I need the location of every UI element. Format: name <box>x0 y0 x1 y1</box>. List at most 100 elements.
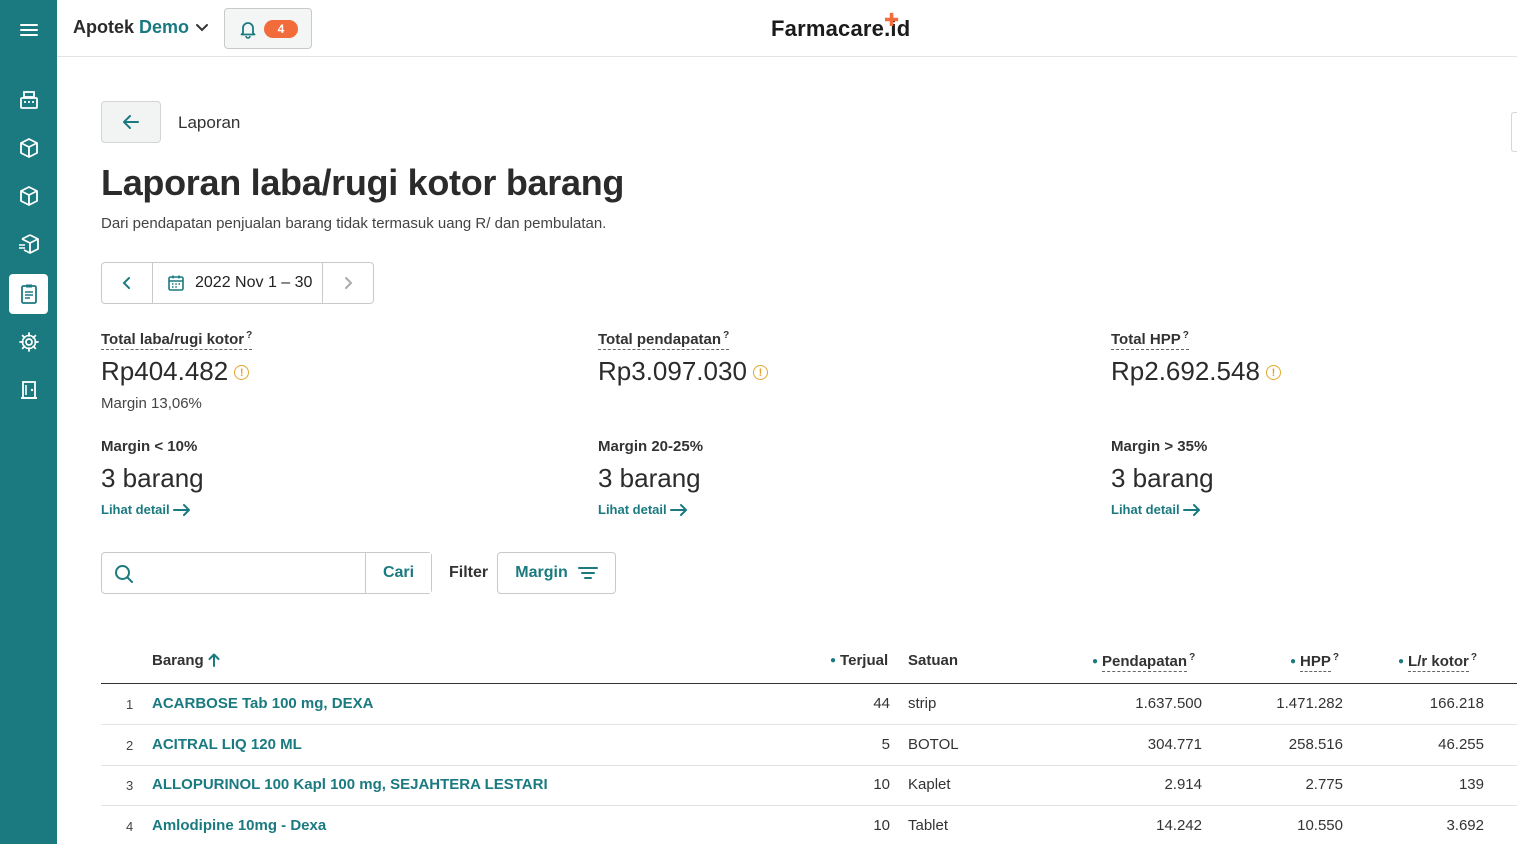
table-row: 4 Amlodipine 10mg - Dexa 10 Tablet 14.24… <box>101 806 1517 844</box>
table-header: Barang ● Terjual Satuan ● Pendapatan? ● HPP… <box>101 640 1517 684</box>
bell-icon <box>240 21 256 39</box>
filter-button-label: Margin <box>515 564 568 581</box>
column-header-hpp[interactable]: ● HPP? <box>1290 652 1339 672</box>
unit: Kaplet <box>908 776 951 793</box>
chevron-left-icon <box>122 277 130 289</box>
margin-count: 3 barang <box>598 463 701 493</box>
help-icon: ? <box>246 330 253 341</box>
margin-group-low: Margin < 10% 3 barang Lihat detail <box>101 438 204 517</box>
margin-group-mid: Margin 20-25% 3 barang Lihat detail <box>598 438 703 517</box>
column-header-satuan[interactable]: Satuan <box>908 652 958 669</box>
stat-value: Rp3.097.030 <box>598 356 747 386</box>
back-button[interactable] <box>101 101 161 143</box>
help-icon: ? <box>1189 652 1196 663</box>
stat-label[interactable]: Total HPP? <box>1111 330 1189 350</box>
arrow-right-icon <box>172 503 190 516</box>
column-label: Terjual <box>840 652 889 669</box>
row-number: 1 <box>126 697 134 712</box>
filter-margin-button[interactable]: Margin <box>497 552 616 594</box>
sort-dot-icon: ● <box>830 655 837 666</box>
sold-qty: 44 <box>873 695 890 712</box>
stat-label[interactable]: Total laba/rugi kotor? <box>101 330 253 350</box>
stat-total-lr: Total laba/rugi kotor? Rp404.482! Margin… <box>101 330 253 412</box>
link-text: Lihat detail <box>1111 502 1180 517</box>
revenue: 14.242 <box>1156 817 1202 834</box>
margin-label: Margin 20-25% <box>598 438 704 455</box>
stat-label-text: Total HPP <box>1111 331 1181 348</box>
stat-value: Rp404.482 <box>101 356 229 386</box>
date-range-value: 2022 Nov 1 – 30 <box>195 274 313 291</box>
column-header-terjual[interactable]: ● Terjual <box>830 652 888 669</box>
column-label: Satuan <box>908 652 959 669</box>
column-header-lr[interactable]: ● L/r kotor? <box>1398 652 1477 672</box>
revenue: 2.914 <box>1164 776 1202 793</box>
date-next-button[interactable] <box>323 263 373 303</box>
see-detail-link[interactable]: Lihat detail <box>1111 502 1214 517</box>
gross-profit: 139 <box>1458 776 1484 793</box>
stat-value-row: Rp2.692.548! <box>1111 356 1281 387</box>
revenue: 1.637.500 <box>1135 695 1202 712</box>
help-icon: ? <box>1332 652 1339 663</box>
hpp: 258.516 <box>1288 736 1343 753</box>
breadcrumb[interactable]: Laporan <box>178 113 240 133</box>
hpp: 10.550 <box>1297 817 1343 834</box>
item-name-link[interactable]: ACITRAL LIQ 120 ML <box>152 736 302 753</box>
stat-margin: Margin 13,06% <box>101 395 202 412</box>
see-detail-link[interactable]: Lihat detail <box>598 502 703 517</box>
margin-label: Margin > 35% <box>1111 438 1208 455</box>
page-title: Laporan laba/rugi kotor barang <box>101 162 625 203</box>
unit: strip <box>908 695 937 712</box>
filter-label: Filter <box>449 564 489 581</box>
hpp: 2.775 <box>1305 776 1343 793</box>
help-icon: ? <box>723 330 730 341</box>
notification-button[interactable]: 4 <box>224 8 312 49</box>
table-row: 2 ACITRAL LIQ 120 ML 5 BOTOL 304.771 258… <box>101 725 1517 766</box>
column-label: L/r kotor <box>1408 653 1469 672</box>
box-transfer-icon[interactable] <box>9 224 48 264</box>
cashier-icon[interactable] <box>9 80 48 120</box>
item-name-link[interactable]: ALLOPURINOL 100 Kapl 100 mg, SEJAHTERA L… <box>152 776 548 793</box>
help-icon: ? <box>1470 652 1477 663</box>
column-header-pendapatan[interactable]: ● Pendapatan? <box>1092 652 1196 672</box>
box-icon[interactable] <box>9 176 48 216</box>
report-icon[interactable] <box>9 274 48 314</box>
column-label: Pendapatan <box>1102 653 1188 672</box>
logout-icon[interactable] <box>9 370 48 410</box>
store-selector[interactable]: Apotek Demo <box>73 17 210 38</box>
item-name-link[interactable]: Amlodipine 10mg - Dexa <box>152 817 326 834</box>
menu-icon[interactable] <box>9 10 48 50</box>
arrow-right-icon <box>1182 503 1200 516</box>
warning-icon[interactable]: ! <box>1265 365 1281 380</box>
app-logo: Farmacare.id ✚ <box>771 10 910 42</box>
unit: BOTOL <box>908 736 959 753</box>
arrow-up-icon <box>208 653 220 667</box>
date-range-field[interactable]: 2022 Nov 1 – 30 <box>152 263 323 303</box>
item-name-link[interactable]: ACARBOSE Tab 100 mg, DEXA <box>152 695 373 712</box>
settings-icon[interactable] <box>9 322 48 362</box>
search-input[interactable] <box>102 553 366 593</box>
side-panel-handle[interactable] <box>1511 112 1517 152</box>
filter-icon <box>577 567 598 579</box>
store-suffix: Demo <box>139 17 190 37</box>
date-prev-button[interactable] <box>102 263 152 303</box>
chevron-down-icon <box>196 23 209 31</box>
sort-dot-icon: ● <box>1092 656 1099 667</box>
stat-value: Rp2.692.548 <box>1111 356 1260 386</box>
stat-label[interactable]: Total pendapatan? <box>598 330 730 350</box>
search-group: Cari <box>101 552 432 594</box>
see-detail-link[interactable]: Lihat detail <box>101 502 204 517</box>
search-button[interactable]: Cari <box>366 553 431 593</box>
warning-icon[interactable]: ! <box>234 365 250 380</box>
box-in-icon[interactable] <box>9 128 48 168</box>
warning-icon[interactable]: ! <box>752 365 768 380</box>
date-range-picker: 2022 Nov 1 – 30 <box>101 262 374 304</box>
column-header-barang[interactable]: Barang <box>152 652 220 669</box>
hpp: 1.471.282 <box>1276 695 1343 712</box>
gross-profit: 166.218 <box>1429 695 1484 712</box>
stat-value-row: Rp3.097.030! <box>598 356 768 387</box>
link-text: Lihat detail <box>101 502 170 517</box>
sold-qty: 10 <box>873 817 890 834</box>
row-number: 4 <box>126 819 134 834</box>
stat-label-text: Total laba/rugi kotor <box>101 331 245 348</box>
sort-dot-icon: ● <box>1398 656 1405 667</box>
